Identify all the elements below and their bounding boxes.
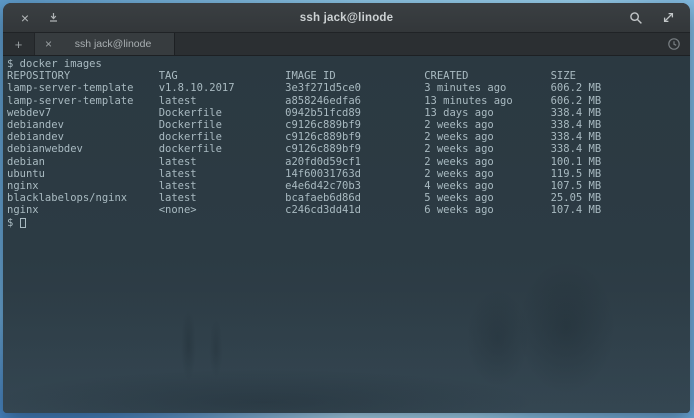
- cell-tag: latest: [159, 192, 285, 204]
- cell-repository: debianwebdev: [7, 143, 159, 155]
- cell-created: 13 days ago: [424, 107, 550, 119]
- cell-created: 2 weeks ago: [424, 143, 550, 155]
- docker-image-row: debianwebdev dockerfile c9126c889bf9 2 w…: [7, 143, 690, 155]
- cell-tag: latest: [159, 156, 285, 168]
- cell-repository: nginx: [7, 180, 159, 192]
- cell-image-id: c9126c889bf9: [285, 131, 424, 143]
- tab-label: ssh jack@linode: [62, 38, 164, 50]
- column-header-size: SIZE: [551, 70, 576, 82]
- terminal-output[interactable]: $ docker images REPOSITORY TAG IMAGE ID …: [3, 56, 690, 413]
- docker-image-row: nginx latest e4e6d42c70b3 4 weeks ago 10…: [7, 180, 690, 192]
- cell-tag: Dockerfile: [159, 119, 285, 131]
- cell-image-id: bcafaeb6d86d: [285, 192, 424, 204]
- cell-repository: blacklabelops/nginx: [7, 192, 159, 204]
- cell-repository: debiandev: [7, 119, 159, 131]
- cell-created: 2 weeks ago: [424, 156, 550, 168]
- cell-repository: nginx: [7, 204, 159, 216]
- cell-tag: latest: [159, 95, 285, 107]
- tab-close-icon[interactable]: ×: [45, 38, 52, 50]
- cell-image-id: 3e3f271d5ce0: [285, 82, 424, 94]
- cell-image-id: a858246edfa6: [285, 95, 424, 107]
- table-header-row: REPOSITORY TAG IMAGE ID CREATED SIZE: [7, 70, 690, 82]
- cell-created: 2 weeks ago: [424, 131, 550, 143]
- cell-tag: dockerfile: [159, 143, 285, 155]
- cell-size: 338.4 MB: [551, 119, 602, 131]
- cell-size: 338.4 MB: [551, 107, 602, 119]
- new-tab-button[interactable]: +: [3, 33, 35, 55]
- terminal-rows: lamp-server-template v1.8.10.2017 3e3f27…: [7, 82, 690, 216]
- cell-image-id: e4e6d42c70b3: [285, 180, 424, 192]
- column-header-repository: REPOSITORY: [7, 70, 159, 82]
- docker-image-row: nginx <none> c246cd3dd41d 6 weeks ago 10…: [7, 204, 690, 216]
- docker-image-row: webdev7 Dockerfile 0942b51fcd89 13 days …: [7, 107, 690, 119]
- terminal-cursor[interactable]: [20, 218, 26, 228]
- cell-image-id: c9126c889bf9: [285, 119, 424, 131]
- cell-created: 6 weeks ago: [424, 204, 550, 216]
- desktop-wallpaper: × ssh jack@linode: [0, 0, 694, 418]
- cell-image-id: c246cd3dd41d: [285, 204, 424, 216]
- cell-size: 338.4 MB: [551, 131, 602, 143]
- cell-image-id: a20fd0d59cf1: [285, 156, 424, 168]
- cell-created: 4 weeks ago: [424, 180, 550, 192]
- cell-tag: latest: [159, 180, 285, 192]
- column-header-image-id: IMAGE ID: [285, 70, 424, 82]
- cell-tag: v1.8.10.2017: [159, 82, 285, 94]
- cell-created: 5 weeks ago: [424, 192, 550, 204]
- command-line: $ docker images: [7, 58, 690, 70]
- cell-repository: debiandev: [7, 131, 159, 143]
- cell-size: 338.4 MB: [551, 143, 602, 155]
- prompt-symbol: $: [7, 217, 13, 229]
- cell-image-id: c9126c889bf9: [285, 143, 424, 155]
- cell-created: 3 minutes ago: [424, 82, 550, 94]
- cell-size: 606.2 MB: [551, 95, 602, 107]
- cell-created: 2 weeks ago: [424, 168, 550, 180]
- docker-image-row: blacklabelops/nginx latest bcafaeb6d86d …: [7, 192, 690, 204]
- cell-repository: webdev7: [7, 107, 159, 119]
- cell-created: 2 weeks ago: [424, 119, 550, 131]
- cell-size: 107.5 MB: [551, 180, 602, 192]
- docker-image-row: lamp-server-template v1.8.10.2017 3e3f27…: [7, 82, 690, 94]
- cell-size: 107.4 MB: [551, 204, 602, 216]
- cell-tag: dockerfile: [159, 131, 285, 143]
- cell-size: 119.5 MB: [551, 168, 602, 180]
- cell-repository: lamp-server-template: [7, 95, 159, 107]
- cell-size: 100.1 MB: [551, 156, 602, 168]
- column-header-tag: TAG: [159, 70, 285, 82]
- column-header-created: CREATED: [424, 70, 550, 82]
- cell-tag: Dockerfile: [159, 107, 285, 119]
- arrow-down-to-line-icon[interactable]: [43, 8, 63, 28]
- history-icon[interactable]: [658, 33, 690, 55]
- window-close-button[interactable]: ×: [15, 8, 35, 28]
- cell-repository: debian: [7, 156, 159, 168]
- cell-image-id: 14f60031763d: [285, 168, 424, 180]
- terminal-window: × ssh jack@linode: [3, 3, 690, 413]
- docker-image-row: ubuntu latest 14f60031763d 2 weeks ago 1…: [7, 168, 690, 180]
- window-title: ssh jack@linode: [3, 12, 690, 24]
- cell-size: 606.2 MB: [551, 82, 602, 94]
- search-icon[interactable]: [626, 8, 646, 28]
- cell-created: 13 minutes ago: [424, 95, 550, 107]
- tabbar-spacer: [175, 33, 658, 55]
- cell-size: 25.05 MB: [551, 192, 602, 204]
- cell-image-id: 0942b51fcd89: [285, 107, 424, 119]
- docker-image-row: debiandev Dockerfile c9126c889bf9 2 week…: [7, 119, 690, 131]
- cell-repository: ubuntu: [7, 168, 159, 180]
- docker-image-row: debian latest a20fd0d59cf1 2 weeks ago 1…: [7, 156, 690, 168]
- tab-bar: + × ssh jack@linode: [3, 33, 690, 56]
- fullscreen-icon[interactable]: [658, 8, 678, 28]
- prompt-line: $: [7, 217, 690, 229]
- tab-ssh-session[interactable]: × ssh jack@linode: [35, 33, 175, 55]
- cell-tag: <none>: [159, 204, 285, 216]
- cell-repository: lamp-server-template: [7, 82, 159, 94]
- titlebar[interactable]: × ssh jack@linode: [3, 3, 690, 33]
- cell-tag: latest: [159, 168, 285, 180]
- docker-image-row: debiandev dockerfile c9126c889bf9 2 week…: [7, 131, 690, 143]
- docker-image-row: lamp-server-template latest a858246edfa6…: [7, 95, 690, 107]
